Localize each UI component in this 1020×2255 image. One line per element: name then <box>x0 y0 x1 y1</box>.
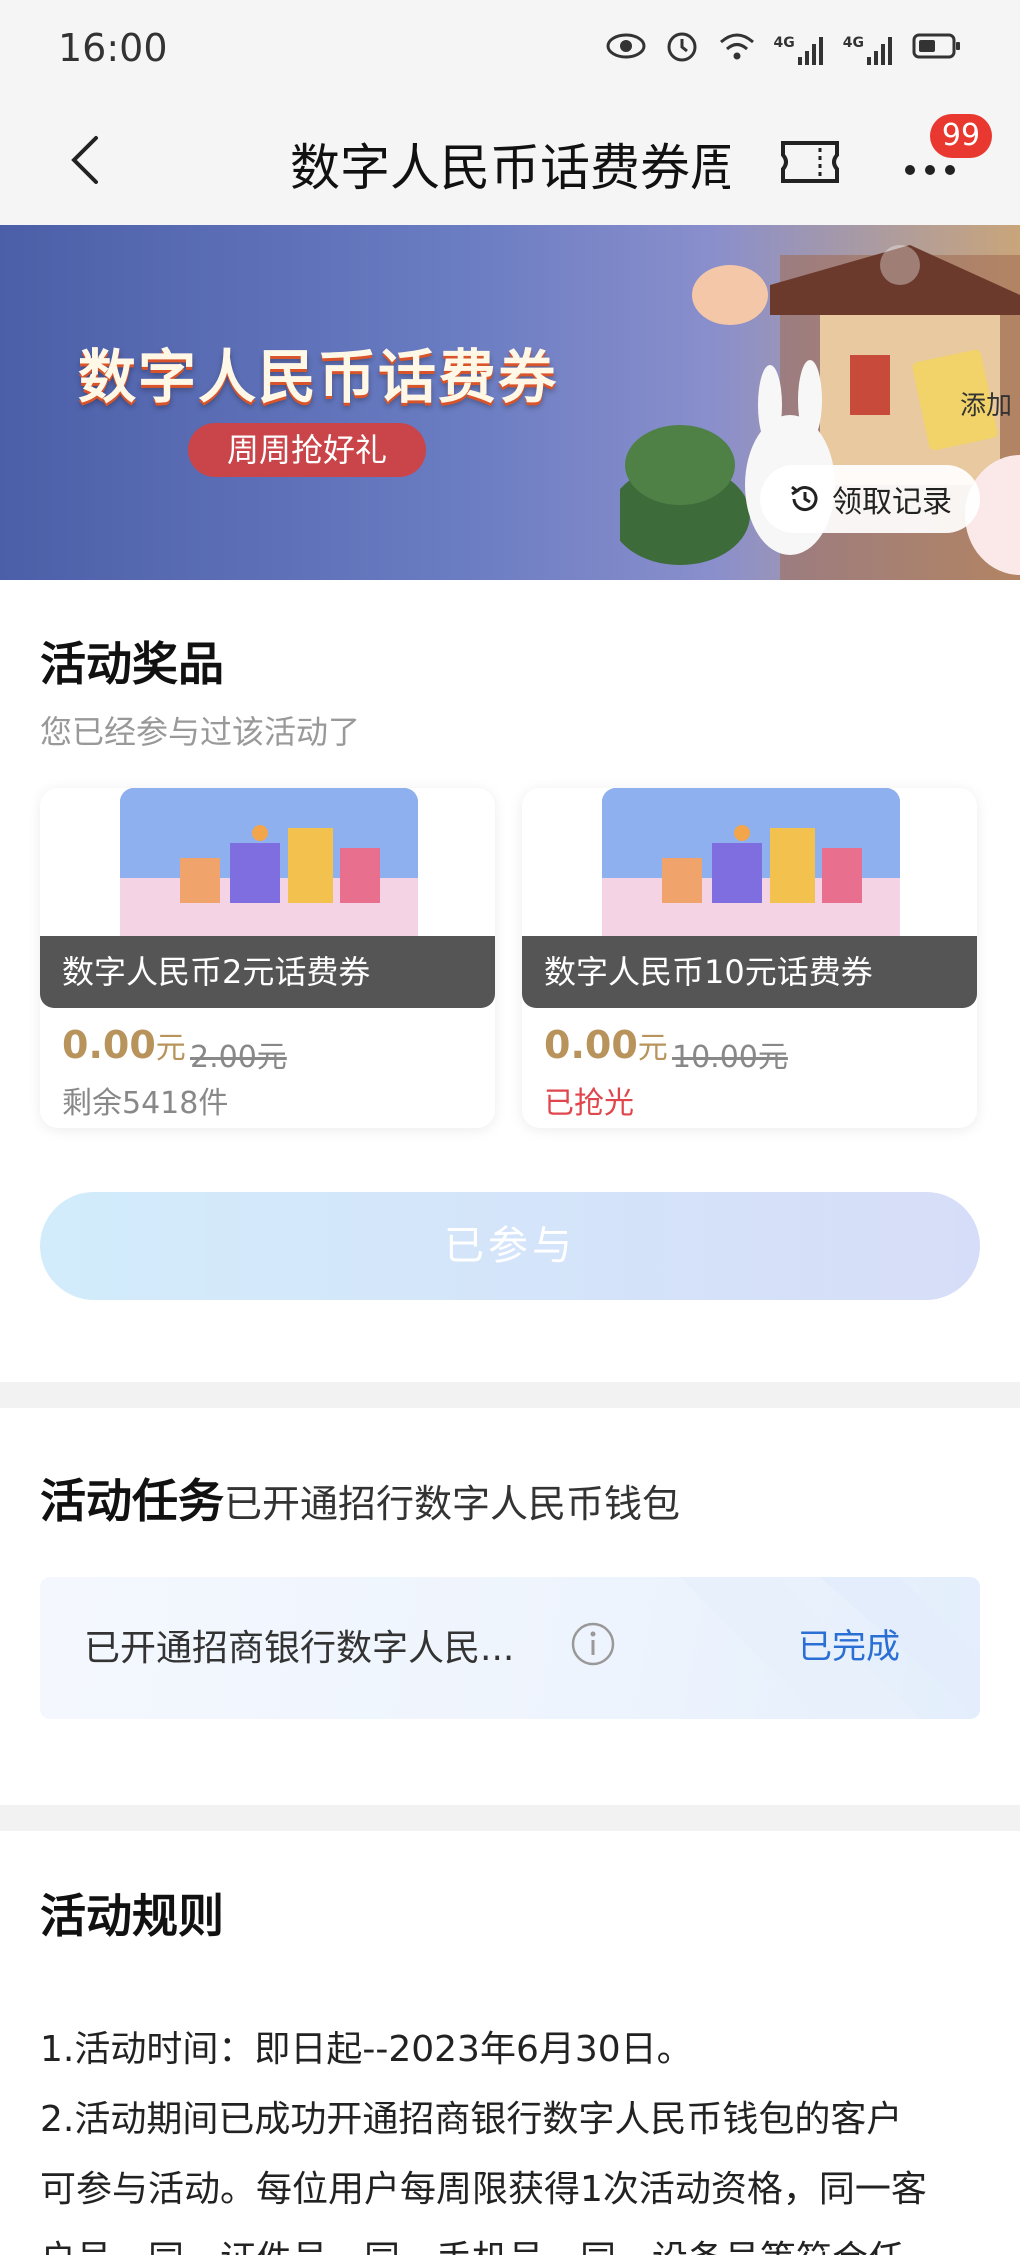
nav-bar: 数字人民币话费券周 99 <box>0 100 1020 225</box>
rule-line: 户号、同一证件号、同一手机号、同一设备号等符合任 <box>40 2225 1000 2255</box>
section-divider <box>0 1382 1020 1408</box>
banner-subtitle: 周周抢好礼 <box>188 423 426 477</box>
prize-name: 数字人民币10元话费券 <box>522 936 977 1008</box>
claim-record-button[interactable]: 领取记录 <box>760 465 980 533</box>
prize-price: 0.00元 <box>62 1023 186 1067</box>
prize-stock: 已抢光 <box>544 1086 634 1121</box>
info-icon[interactable] <box>570 1621 616 1667</box>
ticket-icon <box>781 141 839 183</box>
prize-price: 0.00元 <box>544 1023 668 1067</box>
task-status: 已完成 <box>798 1627 900 1667</box>
chevron-left-icon <box>71 136 98 184</box>
notification-badge: 99 <box>930 114 992 158</box>
battery-icon <box>912 32 962 68</box>
task-subtitle: 已开通招行数字人民币钱包 <box>224 1482 681 1526</box>
prize-original-price: 2.00元 <box>190 1040 287 1075</box>
prize-image <box>120 788 418 938</box>
rule-line: 1.活动时间：即日起--2023年6月30日。 <box>40 2029 693 2070</box>
prize-original-price: 10.00元 <box>672 1040 788 1075</box>
status-time: 16:00 <box>58 26 168 70</box>
claim-record-label: 领取记录 <box>832 485 952 520</box>
ticket-button[interactable] <box>780 140 840 184</box>
prize-stock: 剩余5418件 <box>62 1086 229 1121</box>
task-text: 已开通招商银行数字人民... <box>84 1628 515 1669</box>
promo-banner: 数字人民币话费券 周周抢好礼 添加 领取记录 <box>0 225 1020 580</box>
prizes-title: 活动奖品 <box>40 637 224 691</box>
alarm-icon <box>664 28 700 72</box>
task-item: 已开通招商银行数字人民... 已完成 <box>40 1577 980 1719</box>
back-button[interactable] <box>58 130 118 190</box>
rule-line: 可参与活动。每位用户每周限获得1次活动资格，同一客 <box>40 2169 927 2210</box>
rules-title: 活动规则 <box>40 1889 224 1943</box>
add-label[interactable]: 添加 <box>960 385 1012 422</box>
banner-title: 数字人民币话费券 <box>78 343 559 411</box>
rule-line: 2.活动期间已成功开通招商银行数字人民币钱包的客户 <box>40 2099 903 2140</box>
rules-text: 1.活动时间：即日起--2023年6月30日。 2.活动期间已成功开通招商银行数… <box>40 2015 1000 2255</box>
task-header: 活动任务 已开通招行数字人民币钱包 <box>40 1465 680 1531</box>
wifi-icon <box>718 30 756 70</box>
history-clock-icon <box>791 485 818 512</box>
eye-icon <box>606 31 646 69</box>
participated-note: 您已经参与过该活动了 <box>40 713 361 751</box>
prize-card-2[interactable]: 数字人民币10元话费券 0.00元 10.00元 已抢光 <box>522 788 977 1128</box>
prize-name: 数字人民币2元话费券 <box>40 936 495 1008</box>
section-divider <box>0 1805 1020 1831</box>
signal-icon-1: 4G <box>774 35 825 65</box>
task-title: 活动任务 <box>40 1474 224 1528</box>
prize-image <box>602 788 900 938</box>
status-bar: 16:00 4G 4G <box>0 0 1020 100</box>
join-button[interactable]: 已参与 <box>40 1192 980 1300</box>
page-title: 数字人民币话费券周 <box>290 139 730 197</box>
prize-card-1[interactable]: 数字人民币2元话费券 0.00元 2.00元 剩余5418件 <box>40 788 495 1128</box>
signal-icon-2: 4G <box>843 35 894 65</box>
status-icons: 4G 4G <box>606 28 962 72</box>
